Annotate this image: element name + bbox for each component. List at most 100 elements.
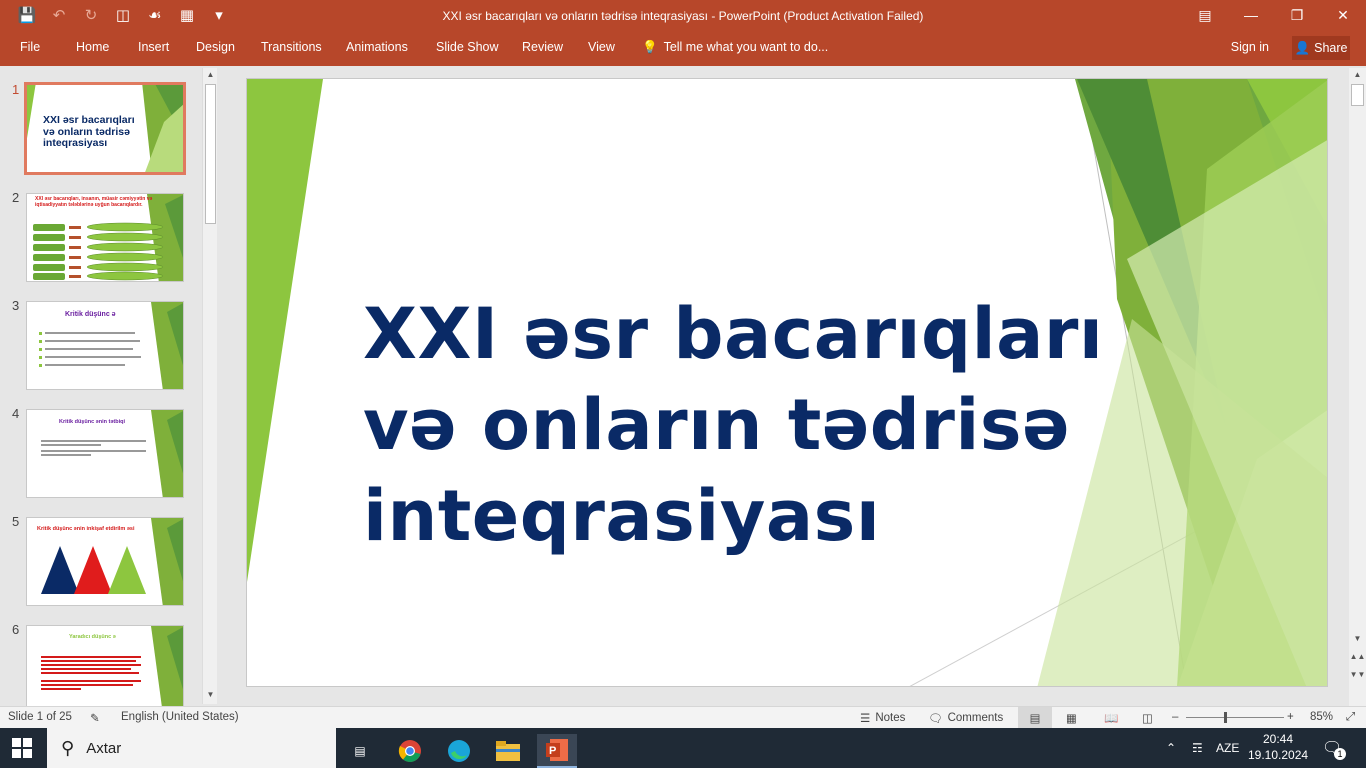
lightbulb-icon: 💡 xyxy=(642,40,658,54)
close-button[interactable]: ✕ xyxy=(1320,0,1366,30)
ribbon-tabs: File Home Insert Design Transitions Anim… xyxy=(0,33,1366,66)
tab-view[interactable]: View xyxy=(588,40,615,54)
comments-label: Comments xyxy=(947,712,1004,724)
thumbnail-title: Kritik düşünc ə xyxy=(65,311,116,318)
tab-transitions[interactable]: Transitions xyxy=(261,40,322,54)
start-from-beginning-icon[interactable]: ◫ xyxy=(112,6,134,24)
slide-scrollbar[interactable]: ▲ ▼ ▲▲ ▼▼ xyxy=(1349,68,1366,706)
tab-slide-show[interactable]: Slide Show xyxy=(436,40,499,54)
slide-thumbnail-pane: 1 XXI əsr bacarıqları və onların tədrisə… xyxy=(0,66,220,714)
comment-icon: 🗨 xyxy=(928,713,943,725)
tab-animations[interactable]: Animations xyxy=(346,40,408,54)
notes-button[interactable]: ☰ Notes xyxy=(860,711,905,725)
slide-title[interactable]: XXI əsr bacarıqları və onların tədrisə i… xyxy=(363,289,1103,562)
windows-taskbar: ⚲ Axtar ▤ P ⌃ ☶ AZE 20:44 19.10.2024 🗨 1 xyxy=(0,728,1366,768)
edge-icon[interactable] xyxy=(439,734,479,768)
slide-thumbnail-6[interactable]: Yaradıcı düşünc ə xyxy=(26,625,184,714)
slide-title-line-3: inteqrasiyası xyxy=(363,475,881,557)
show-hidden-icons-icon[interactable]: ⌃ xyxy=(1166,728,1176,768)
share-button[interactable]: 👤 Share xyxy=(1292,36,1350,60)
touch-mode-icon[interactable]: ☙ xyxy=(144,6,166,24)
fit-to-window-icon[interactable]: ⤢ xyxy=(1346,711,1355,724)
thumbnail-number: 3 xyxy=(12,298,20,313)
comments-button[interactable]: 🗨 Comments xyxy=(928,711,1003,725)
slide-thumbnail-4[interactable]: Kritik düşünc ənin tətbiqi xyxy=(26,409,184,498)
taskbar-clock[interactable]: 20:44 19.10.2024 xyxy=(1248,731,1308,763)
spelling-check-icon[interactable]: ✎ xyxy=(90,711,100,725)
title-bar: 💾 ↶ ↻ ◫ ☙ ▦ ▾ XXI əsr bacarıqları və onl… xyxy=(0,0,1366,33)
slide-counter: Slide 1 of 25 xyxy=(8,711,72,723)
restore-button[interactable]: ❐ xyxy=(1274,0,1320,30)
slide-thumbnail-3[interactable]: Kritik düşünc ə xyxy=(26,301,184,390)
tab-insert[interactable]: Insert xyxy=(138,40,169,54)
zoom-slider[interactable] xyxy=(1186,717,1284,718)
tell-me-box[interactable]: 💡 Tell me what you want to do... xyxy=(642,40,828,55)
wifi-icon[interactable]: ☶ xyxy=(1192,728,1203,768)
thumbnail-scrollbar[interactable]: ▲ ▼ xyxy=(202,68,217,704)
scroll-down-arrow-icon[interactable]: ▼ xyxy=(1349,632,1366,646)
previous-slide-icon[interactable]: ▲▲ xyxy=(1349,650,1366,664)
thumbnail-title: XXI əsr bacarıqları, insanın, müasir cəm… xyxy=(35,196,153,208)
slide-thumbnail-1[interactable]: XXI əsr bacarıqları və onların tədrisə i… xyxy=(24,82,186,175)
table-icon[interactable]: ▦ xyxy=(176,6,198,24)
save-icon[interactable]: 💾 xyxy=(16,6,38,24)
customize-qat-icon[interactable]: ▾ xyxy=(208,6,230,24)
undo-icon[interactable]: ↶ xyxy=(48,6,70,24)
scrollbar-thumb[interactable] xyxy=(205,84,216,224)
tab-review[interactable]: Review xyxy=(522,40,563,54)
windows-start-icon[interactable] xyxy=(12,738,32,758)
zoom-in-icon[interactable]: + xyxy=(1287,711,1294,723)
reading-view-icon[interactable]: 📖 xyxy=(1104,711,1118,725)
search-placeholder: Axtar xyxy=(86,739,122,757)
taskbar-search-box[interactable]: ⚲ Axtar xyxy=(47,728,336,768)
zoom-out-icon[interactable]: – xyxy=(1172,711,1178,723)
input-language[interactable]: AZE xyxy=(1216,728,1239,768)
chrome-icon[interactable] xyxy=(390,734,430,768)
tab-file[interactable]: File xyxy=(20,40,40,54)
quick-access-toolbar: 💾 ↶ ↻ ◫ ☙ ▦ ▾ xyxy=(16,6,230,24)
thumbnail-title: Kritik düşünc ənin tətbiqi xyxy=(59,419,126,425)
notes-label: Notes xyxy=(875,712,906,724)
scroll-up-arrow-icon[interactable]: ▲ xyxy=(203,68,218,82)
file-explorer-icon[interactable] xyxy=(488,734,528,768)
slide-sorter-icon[interactable]: ▦ xyxy=(1066,711,1077,725)
powerpoint-icon[interactable]: P xyxy=(537,734,577,768)
share-label: Share xyxy=(1314,41,1348,55)
slide-thumbnail-2[interactable]: XXI əsr bacarıqları, insanın, müasir cəm… xyxy=(26,193,184,282)
thumbnail-title: XXI əsr bacarıqları və onların tədrisə i… xyxy=(43,114,135,150)
redo-icon[interactable]: ↻ xyxy=(80,6,102,24)
tab-design[interactable]: Design xyxy=(196,40,235,54)
zoom-slider-handle[interactable] xyxy=(1224,712,1227,723)
search-icon: ⚲ xyxy=(61,737,75,758)
clock-date: 19.10.2024 xyxy=(1248,748,1309,762)
ribbon-display-options-icon[interactable]: ▤ xyxy=(1182,0,1228,30)
slide-show-icon[interactable]: ◫ xyxy=(1142,711,1153,725)
tab-home[interactable]: Home xyxy=(76,40,109,54)
notification-center-icon[interactable]: 🗨 1 xyxy=(1322,728,1346,768)
slide-thumbnail-5[interactable]: Kritik düşünc ənin inkişaf etdirilm əsi xyxy=(26,517,184,606)
thumbnail-number: 5 xyxy=(12,514,20,529)
task-view-icon[interactable]: ▤ xyxy=(340,734,380,768)
person-icon: 👤 xyxy=(1294,40,1311,55)
normal-view-icon[interactable]: ▤ xyxy=(1018,707,1052,728)
next-slide-icon[interactable]: ▼▼ xyxy=(1349,668,1366,682)
notification-count: 1 xyxy=(1334,748,1346,760)
tell-me-text: Tell me what you want to do... xyxy=(663,40,829,54)
thumbnail-title: Yaradıcı düşünc ə xyxy=(69,634,116,640)
clock-time: 20:44 xyxy=(1262,732,1294,746)
sign-in-link[interactable]: Sign in xyxy=(1231,40,1269,54)
status-bar: Slide 1 of 25 ✎ English (United States) … xyxy=(0,706,1366,728)
svg-text:P: P xyxy=(549,745,556,757)
scrollbar-thumb[interactable] xyxy=(1351,84,1364,106)
language-indicator[interactable]: English (United States) xyxy=(121,711,239,723)
slide-title-line-1: XXI əsr bacarıqları xyxy=(363,293,1104,375)
current-slide[interactable]: XXI əsr bacarıqları və onların tədrisə i… xyxy=(246,78,1328,687)
scroll-down-arrow-icon[interactable]: ▼ xyxy=(203,688,218,702)
scroll-up-arrow-icon[interactable]: ▲ xyxy=(1349,68,1366,82)
thumbnail-title: Kritik düşünc ənin inkişaf etdirilm əsi xyxy=(37,526,135,532)
minimize-button[interactable]: — xyxy=(1228,0,1274,30)
slide-title-line-2: və onların tədrisə xyxy=(363,384,1071,466)
zoom-level[interactable]: 85% xyxy=(1310,711,1333,723)
thumbnail-number: 6 xyxy=(12,622,20,637)
notes-icon: ☰ xyxy=(860,713,871,725)
